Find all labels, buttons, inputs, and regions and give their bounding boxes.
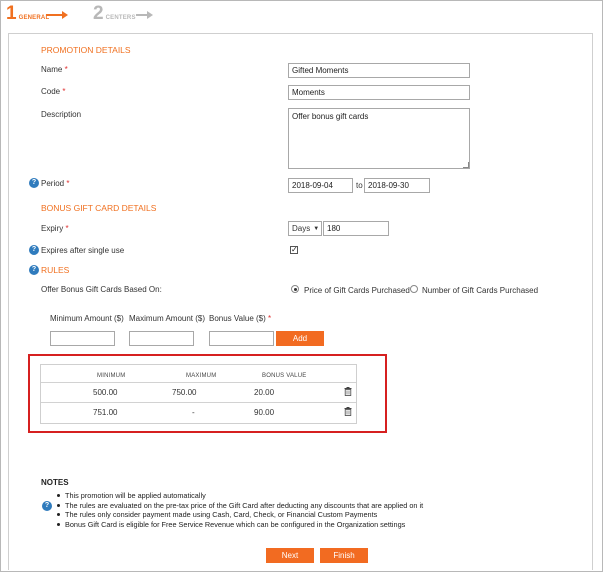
required-mark: * [62, 87, 66, 96]
expiry-days-input[interactable] [323, 221, 389, 236]
name-label-text: Name [41, 65, 63, 74]
required-mark: * [268, 314, 272, 323]
bonus-details-heading: BONUS GIFT CARD DETAILS [41, 203, 157, 213]
step-label: CENTERS [105, 15, 136, 21]
help-icon[interactable]: ? [29, 265, 39, 275]
column-header-bonus: BONUS VALUE [262, 373, 307, 379]
period-start-input[interactable] [288, 178, 353, 193]
table-row: 751.00 - 90.00 [41, 402, 356, 423]
column-header-minimum: MINIMUM [97, 373, 126, 379]
expires-single-use-label: Expires after single use [41, 246, 125, 255]
table-row: 500.00 750.00 20.00 [41, 382, 356, 402]
step-number: 2 [93, 3, 104, 24]
rules-heading: RULES [41, 265, 70, 275]
maximum-amount-input[interactable] [129, 331, 194, 346]
notes-title: NOTES [41, 478, 69, 487]
name-label: Name * [41, 65, 68, 74]
promotion-details-heading: PROMOTION DETAILS [41, 45, 131, 55]
cell-bonus: 90.00 [254, 408, 275, 417]
cell-minimum: 500.00 [93, 388, 118, 397]
next-button[interactable]: Next [266, 548, 314, 563]
expiry-label: Expiry * [41, 224, 69, 233]
cell-maximum: - [192, 408, 195, 417]
list-item: The rules only consider payment made usi… [56, 510, 423, 520]
cell-minimum: 751.00 [93, 408, 118, 417]
required-mark: * [64, 65, 68, 74]
bonus-value-label-text: Bonus Value ($) [209, 314, 266, 323]
bonus-value-label: Bonus Value ($) * [209, 314, 271, 323]
cell-maximum: 750.00 [172, 388, 197, 397]
period-end-input[interactable] [364, 178, 430, 193]
code-label: Code * [41, 87, 65, 96]
help-icon[interactable]: ? [42, 501, 52, 511]
expires-single-use-checkbox[interactable]: ✓ [290, 246, 298, 254]
minimum-amount-input[interactable] [50, 331, 115, 346]
expiry-unit-select[interactable]: Days ▼ [288, 221, 322, 236]
trash-icon[interactable] [344, 387, 352, 396]
column-header-maximum: MAXIMUM [186, 373, 217, 379]
based-on-label: Offer Bonus Gift Cards Based On: [41, 285, 162, 294]
step-centers[interactable]: 2 CENTERS [93, 4, 136, 23]
bonus-value-input[interactable] [209, 331, 274, 346]
list-item: Bonus Gift Card is eligible for Free Ser… [56, 520, 423, 530]
arrow-right-icon [136, 11, 153, 19]
description-textarea[interactable]: Offer bonus gift cards [288, 108, 470, 169]
help-icon[interactable]: ? [29, 178, 39, 188]
radio-price-label: Price of Gift Cards Purchased [304, 286, 410, 295]
arrow-right-icon [46, 11, 68, 19]
description-label: Description [41, 110, 82, 119]
description-wrapper: Offer bonus gift cards [288, 108, 470, 169]
required-mark: * [66, 179, 70, 188]
period-label: Period * [41, 179, 69, 188]
expiry-label-text: Expiry [41, 224, 64, 233]
help-icon[interactable]: ? [29, 245, 39, 255]
name-input[interactable] [288, 63, 470, 78]
rules-table: MINIMUM MAXIMUM BONUS VALUE 500.00 750.0… [40, 364, 357, 424]
radio-price-purchased[interactable] [291, 285, 299, 293]
minimum-amount-label: Minimum Amount ($) [50, 314, 124, 323]
resize-handle-icon[interactable] [463, 162, 469, 168]
required-mark: * [65, 224, 69, 233]
cell-bonus: 20.00 [254, 388, 275, 397]
list-item: This promotion will be applied automatic… [56, 491, 423, 501]
chevron-down-icon: ▼ [313, 225, 320, 232]
list-item: The rules are evaluated on the pre-tax p… [56, 501, 423, 511]
period-label-text: Period [41, 179, 65, 188]
radio-number-label: Number of Gift Cards Purchased [422, 286, 539, 295]
maximum-amount-label: Maximum Amount ($) [129, 314, 206, 323]
code-input[interactable] [288, 85, 470, 100]
expiry-unit-value: Days [292, 224, 311, 233]
add-rule-button[interactable]: Add [276, 331, 324, 346]
finish-button[interactable]: Finish [320, 548, 368, 563]
trash-icon[interactable] [344, 407, 352, 416]
step-general[interactable]: 1 GENERAL [6, 4, 49, 23]
notes-list: This promotion will be applied automatic… [56, 491, 423, 529]
step-number: 1 [6, 3, 17, 24]
radio-number-purchased[interactable] [410, 285, 418, 293]
period-to-label: to [356, 181, 363, 190]
step-label: GENERAL [18, 15, 50, 21]
code-label-text: Code [41, 87, 61, 96]
